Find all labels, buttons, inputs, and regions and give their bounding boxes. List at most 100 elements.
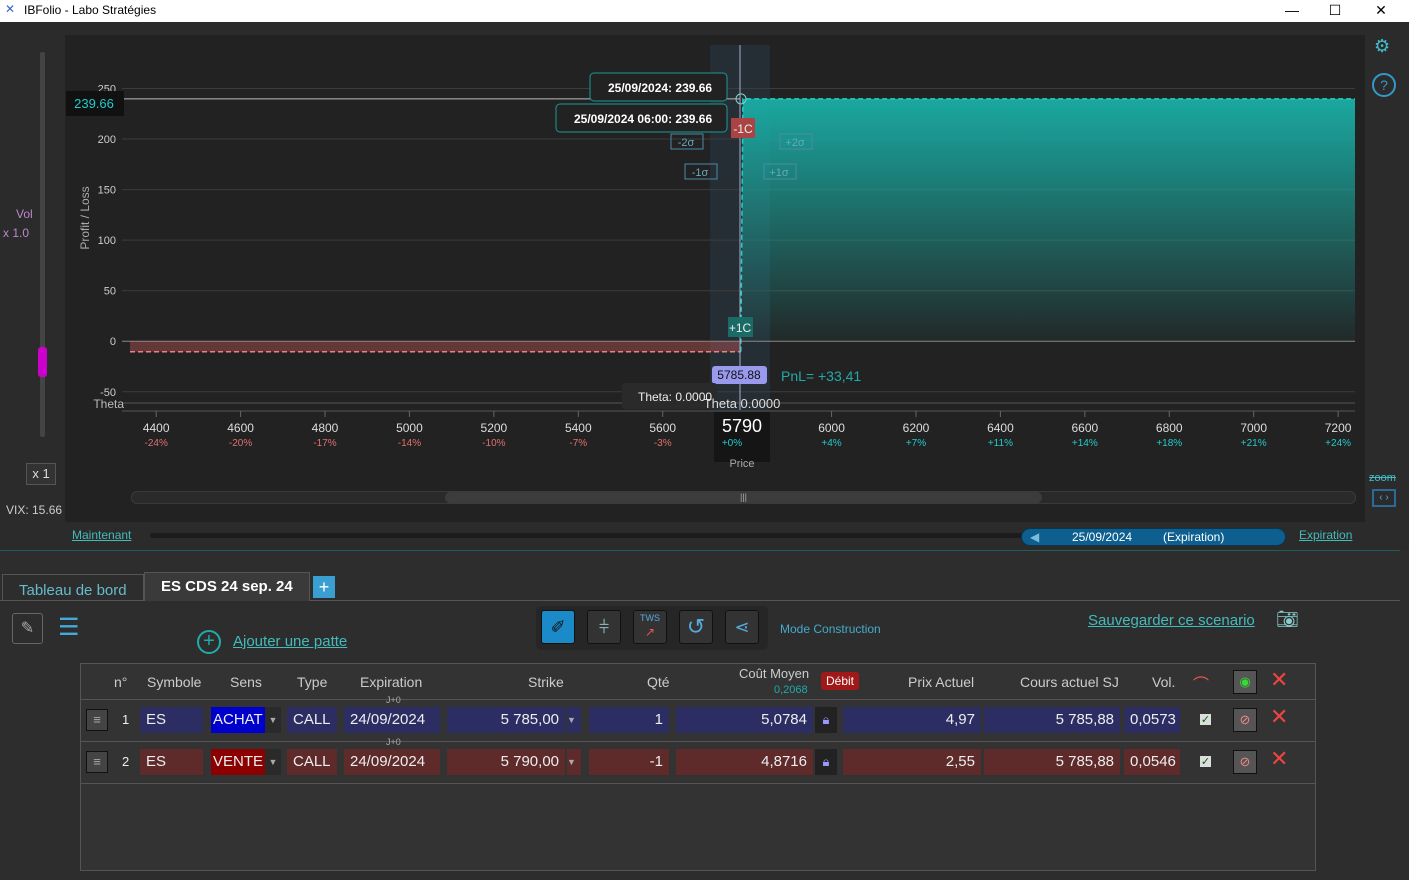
- expiration-field[interactable]: 24/09/2024: [344, 707, 440, 733]
- current-price-field: 4,97: [843, 707, 981, 733]
- side-select[interactable]: VENTE: [211, 749, 266, 775]
- construction-mode-button[interactable]: ✐: [541, 610, 575, 644]
- x-tick-label: 7200: [1325, 421, 1352, 435]
- row-drag-handle[interactable]: ≡: [86, 709, 108, 731]
- row-number: 1: [122, 712, 130, 727]
- tab-dashboard[interactable]: Tableau de bord: [2, 574, 144, 600]
- camera-icon[interactable]: 📷︎: [1276, 609, 1299, 630]
- long-marker-label: +1C: [729, 321, 752, 335]
- zoom-reset-button[interactable]: ‹ ›: [1372, 489, 1396, 507]
- y-tick-label: 100: [98, 235, 116, 247]
- sigma-label: +2σ: [785, 137, 805, 149]
- distribution-icon[interactable]: ⌒: [1193, 671, 1209, 695]
- type-field[interactable]: CALL: [287, 749, 337, 775]
- date-slider-track[interactable]: [150, 533, 1025, 538]
- save-scenario-link[interactable]: Sauvegarder ce scenario: [1088, 612, 1255, 629]
- sigma-label: +1σ: [769, 167, 789, 179]
- y-tick-label: 0: [110, 336, 116, 348]
- theta-axis-label: Theta: [93, 397, 124, 411]
- qty-field[interactable]: 1: [589, 707, 669, 733]
- splitter[interactable]: [0, 550, 1400, 551]
- leg-checkbox[interactable]: ✓: [1199, 755, 1212, 768]
- loss-area: [130, 341, 741, 352]
- theta-tooltip: Theta: 0.0000: [638, 390, 712, 404]
- menu-icon[interactable]: ☰: [58, 616, 80, 640]
- underlying-price-field: 5 785,88: [984, 749, 1120, 775]
- x-tick-label: 6000: [818, 421, 845, 435]
- strike-dropdown-icon[interactable]: ▼: [567, 707, 581, 733]
- symbol-input[interactable]: ES: [140, 707, 203, 733]
- side-select[interactable]: ACHAT: [211, 707, 265, 733]
- lock-icon[interactable]: 🔒︎: [815, 749, 837, 775]
- hide-leg-icon[interactable]: ⊘: [1233, 750, 1257, 774]
- underlying-price-field: 5 785,88: [984, 707, 1120, 733]
- tws-button[interactable]: TWS ↗: [633, 610, 667, 644]
- x-pct-label: -3%: [654, 438, 672, 449]
- x-tick-label: 6800: [1156, 421, 1183, 435]
- sigma-label: -2σ: [678, 137, 695, 149]
- symbol-input[interactable]: ES: [140, 749, 203, 775]
- header-symbol: Symbole: [147, 674, 202, 690]
- add-tab-button[interactable]: +: [313, 576, 335, 598]
- header-qty: Qté: [647, 674, 670, 690]
- sliders-button[interactable]: ⫩: [587, 610, 621, 644]
- side-dropdown-icon[interactable]: ▼: [265, 707, 281, 733]
- strike-field[interactable]: 5 790,00: [447, 749, 565, 775]
- header-underlying: Cours actuel SJ: [1020, 674, 1119, 690]
- show-all-icon[interactable]: ◉: [1233, 670, 1257, 694]
- pnl-label: PnL= +33,41: [781, 368, 861, 384]
- x-tick-label: 4600: [227, 421, 254, 435]
- vol-field[interactable]: 0,0573: [1124, 707, 1180, 733]
- delete-leg-icon[interactable]: ✕: [1270, 746, 1288, 772]
- strike-field[interactable]: 5 785,00: [447, 707, 565, 733]
- x-tick-label: 5600: [649, 421, 676, 435]
- x-tick-label: 6600: [1071, 421, 1098, 435]
- dte-label: J+0: [386, 737, 401, 747]
- selected-date: 25/09/2024: [1072, 530, 1133, 544]
- avg-cost-field[interactable]: 5,0784: [676, 707, 813, 733]
- y-tick-label: 50: [104, 286, 116, 298]
- lock-icon[interactable]: 🔒︎: [815, 707, 837, 733]
- now-link[interactable]: Maintenant: [72, 528, 131, 542]
- avg-cost-field[interactable]: 4,8716: [676, 749, 813, 775]
- current-price-field: 2,55: [843, 749, 981, 775]
- dte-label: J+0: [386, 695, 401, 705]
- side-dropdown-icon[interactable]: ▼: [265, 749, 281, 775]
- history-button[interactable]: ↺: [679, 610, 713, 644]
- mode-label: Mode Construction: [780, 622, 881, 636]
- x-pct-label: -17%: [313, 438, 336, 449]
- settings-icon[interactable]: ⚙: [1374, 36, 1390, 57]
- vol-field[interactable]: 0,0546: [1124, 749, 1180, 775]
- x-tick-label: 6400: [987, 421, 1014, 435]
- expiration-field[interactable]: 24/09/2024: [344, 749, 440, 775]
- scrollbar-thumb[interactable]: |||: [445, 492, 1042, 503]
- header-price: Prix Actuel: [908, 674, 975, 690]
- type-field[interactable]: CALL: [287, 707, 337, 733]
- delete-leg-icon[interactable]: ✕: [1270, 704, 1288, 730]
- qty-field[interactable]: -1: [589, 749, 669, 775]
- x-pct-label: +11%: [988, 438, 1013, 449]
- short-marker-label: -1C: [733, 122, 753, 136]
- hide-leg-icon[interactable]: ⊘: [1233, 708, 1257, 732]
- row-number: 2: [122, 754, 130, 769]
- leg-checkbox[interactable]: ✓: [1199, 713, 1212, 726]
- x-pct-label: -24%: [144, 438, 167, 449]
- strike-dropdown-icon[interactable]: ▼: [567, 749, 581, 775]
- date-slider-handle[interactable]: ◀ 25/09/2024 (Expiration): [1021, 528, 1286, 546]
- add-leg-link[interactable]: Ajouter une patte: [233, 633, 347, 650]
- tab-strategy[interactable]: ES CDS 24 sep. 24: [144, 572, 310, 601]
- underlying-label: 5785.88: [717, 368, 761, 382]
- help-icon[interactable]: ?: [1372, 73, 1396, 97]
- delete-all-icon[interactable]: ✕: [1270, 667, 1288, 693]
- horizontal-scrollbar[interactable]: |||: [131, 491, 1356, 504]
- add-leg-icon[interactable]: +: [197, 630, 221, 654]
- tws-label: TWS: [640, 613, 660, 623]
- x-tick-label: 5200: [481, 421, 508, 435]
- row-drag-handle[interactable]: ≡: [86, 751, 108, 773]
- x-pct-label: +4%: [821, 438, 841, 449]
- x-tick-label: 4800: [312, 421, 339, 435]
- left-arrow-icon: ◀: [1030, 530, 1040, 544]
- pin-icon[interactable]: ✎: [12, 613, 43, 644]
- expiration-link[interactable]: Expiration: [1299, 528, 1352, 542]
- share-button[interactable]: ⋖: [725, 610, 759, 644]
